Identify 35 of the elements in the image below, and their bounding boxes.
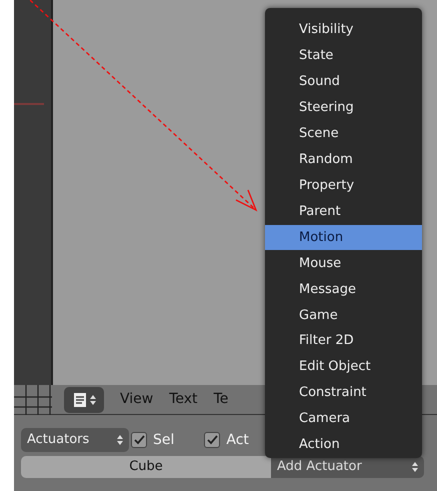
menu-item[interactable]: Action bbox=[265, 432, 422, 458]
up-down-arrows-icon bbox=[412, 461, 418, 473]
menu-item[interactable]: Filter 2D bbox=[265, 328, 422, 354]
up-down-arrows-icon bbox=[90, 394, 96, 406]
menu-item[interactable]: Motion bbox=[265, 224, 422, 250]
menu-item[interactable]: Camera bbox=[265, 406, 422, 432]
menu-button[interactable]: Te bbox=[214, 389, 228, 410]
up-down-arrows-icon bbox=[117, 434, 123, 446]
checkmark-icon bbox=[134, 435, 144, 445]
checkbox[interactable] bbox=[131, 432, 147, 448]
actuators-dropdown[interactable]: Actuators bbox=[21, 428, 129, 452]
menu-item[interactable]: Message bbox=[265, 276, 422, 302]
menu-item[interactable]: Visibility bbox=[265, 17, 422, 43]
editor-type-button[interactable] bbox=[64, 386, 104, 412]
checkbox[interactable] bbox=[204, 432, 220, 448]
menu-item[interactable]: Property bbox=[265, 172, 422, 199]
menu-item[interactable]: Steering bbox=[265, 94, 422, 121]
menu-item[interactable]: Random bbox=[265, 146, 422, 173]
menu-item[interactable]: State bbox=[265, 42, 422, 69]
checkbox-label: Act bbox=[226, 430, 249, 450]
menu-item[interactable]: Sound bbox=[265, 68, 422, 95]
menu-button[interactable]: View bbox=[120, 389, 154, 410]
checkbox-label: Sel bbox=[153, 430, 174, 450]
menu-item[interactable]: Parent bbox=[265, 198, 422, 224]
menu-item[interactable]: Mouse bbox=[265, 250, 422, 276]
object-button[interactable]: Cube bbox=[21, 456, 271, 478]
menu-item[interactable]: Game bbox=[265, 302, 422, 328]
menu-item[interactable]: Edit Object bbox=[265, 354, 422, 380]
text-document-icon bbox=[72, 392, 86, 408]
checkmark-icon bbox=[206, 435, 218, 445]
add-actuator-dropdown[interactable]: Add Actuator bbox=[271, 456, 424, 478]
grid-icon bbox=[14, 384, 52, 414]
menu-button[interactable]: Text bbox=[169, 389, 198, 410]
menu-item[interactable]: Scene bbox=[265, 120, 422, 147]
menu-item[interactable]: Constraint bbox=[265, 380, 422, 406]
